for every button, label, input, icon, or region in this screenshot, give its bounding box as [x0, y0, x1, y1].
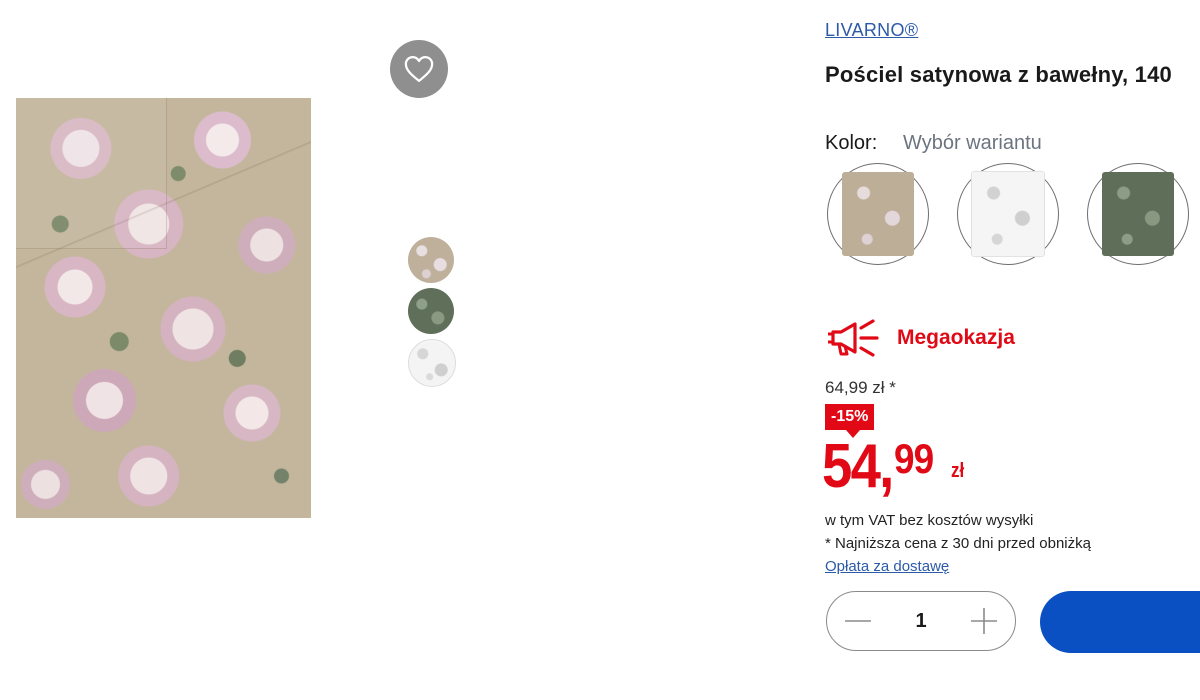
- price-currency: zł: [951, 460, 965, 482]
- increase-quantity-button[interactable]: [967, 604, 1001, 638]
- price-integer: 54,: [822, 432, 894, 501]
- color-swatch-beige[interactable]: [827, 163, 929, 265]
- swatch-image: [842, 172, 914, 256]
- gallery-thumbnail-white[interactable]: [408, 339, 456, 387]
- discount-badge: -15%: [825, 404, 875, 430]
- brand-link[interactable]: LIVARNO®: [825, 20, 918, 41]
- quantity-input[interactable]: [894, 608, 948, 634]
- lowest-price-note: * Najniższa cena z 30 dni przed obniżką: [825, 535, 1091, 552]
- quantity-stepper: [826, 591, 1016, 651]
- promo-label: Megaokazja: [897, 326, 1015, 349]
- heart-icon: [404, 56, 434, 82]
- swatch-image: [1102, 172, 1174, 256]
- megaphone-icon: [828, 319, 879, 357]
- gallery-thumbnail-green[interactable]: [408, 288, 454, 334]
- decrease-quantity-button[interactable]: [841, 604, 875, 638]
- minus-icon: [845, 620, 871, 622]
- color-swatch-green[interactable]: [1087, 163, 1189, 265]
- shipping-cost-link[interactable]: Opłata za dostawę: [825, 558, 949, 575]
- fold-shadow: [16, 98, 311, 278]
- gallery-thumbnail-beige[interactable]: [408, 237, 454, 283]
- product-title: Pościel satynowa z bawełny, 140: [825, 62, 1172, 87]
- old-price: 64,99 zł *: [825, 378, 896, 397]
- promo-badge: Megaokazja: [825, 318, 1015, 358]
- swatch-image: [971, 171, 1045, 257]
- plus-icon: [971, 608, 997, 634]
- vat-note: w tym VAT bez kosztów wysyłki: [825, 512, 1034, 529]
- variant-value: Wybór wariantu: [903, 132, 1042, 154]
- variant-label: Kolor:: [825, 132, 878, 154]
- add-to-cart-button[interactable]: [1040, 591, 1200, 653]
- price-decimal: 99: [894, 435, 934, 482]
- favorite-button[interactable]: [390, 40, 448, 98]
- color-swatch-white[interactable]: [957, 163, 1059, 265]
